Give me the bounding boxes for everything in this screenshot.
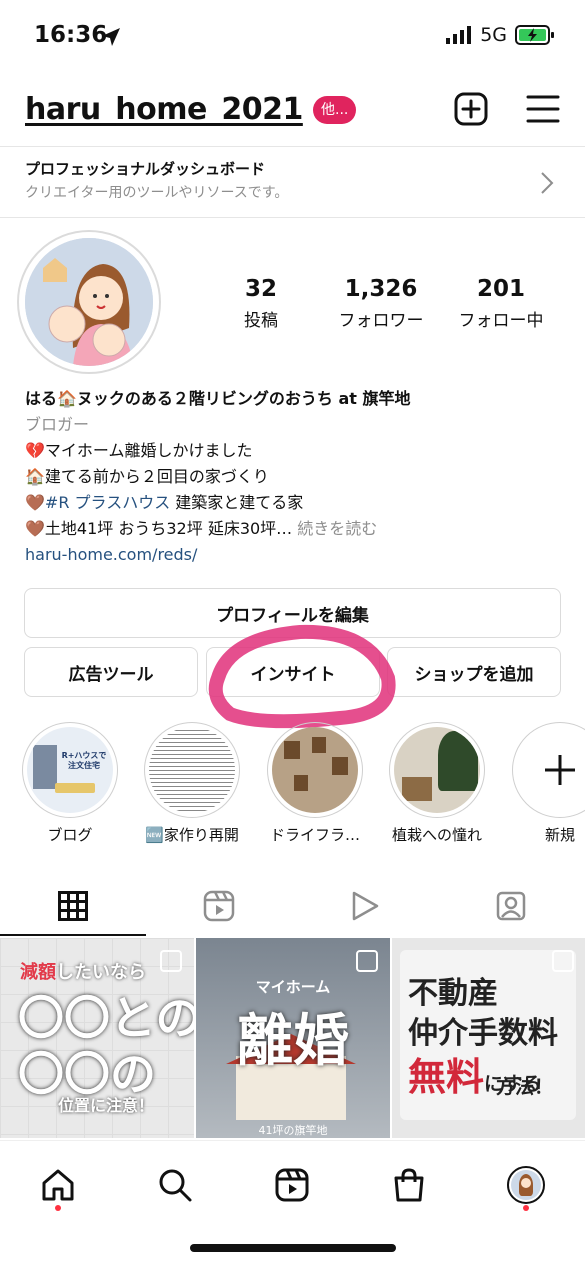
dashboard-subtitle: クリエイター用のツールやリソースです。 <box>25 185 289 201</box>
post-3-text-a: 不動産 <box>408 976 498 1011</box>
highlight-dryflower[interactable]: ドライフラ… <box>267 722 363 845</box>
following-count-label: フォロー中 <box>458 311 544 331</box>
add-shop-button[interactable]: ショップを追加 <box>387 647 561 697</box>
status-time: 16:36 <box>34 22 108 48</box>
following-count[interactable]: 201 フォロー中 <box>431 276 571 331</box>
username-switcher[interactable]: haru_home_2021 <box>25 92 303 127</box>
chevron-right-icon <box>541 172 554 194</box>
reels-icon <box>203 890 235 922</box>
highlight-new-label: 新規 <box>544 826 575 844</box>
battery-charging-icon <box>515 25 554 45</box>
highlight-blog[interactable]: R+ハウスで注文住宅 ブログ <box>22 722 118 845</box>
signal-icon <box>446 26 472 44</box>
profile-tabs <box>0 876 585 936</box>
posts-count[interactable]: 32 投稿 <box>191 276 331 331</box>
network-label: 5G <box>480 24 507 46</box>
highlight-restart-label: 🆕家作り再開 <box>145 826 239 844</box>
professional-dashboard-row[interactable]: プロフェッショナルダッシュボード クリエイター用のツールやリソースです。 <box>0 146 585 218</box>
highlight-dryflower-label: ドライフラ… <box>269 826 360 844</box>
select-checkbox[interactable] <box>552 950 574 972</box>
bio-line-4: 🤎土地41坪 おうち32坪 延床30坪… 続きを読む <box>25 516 565 542</box>
account-notification-badge[interactable]: 他... <box>313 96 357 124</box>
bio-line-3-text: 建築家と建てる家 <box>170 493 304 512</box>
nav-search[interactable] <box>145 1157 205 1213</box>
bio-line-2: 🏠建てる前から２回目の家づくり <box>25 467 269 486</box>
tagged-person-icon <box>496 891 526 921</box>
highlight-blog-label: ブログ <box>47 826 93 844</box>
dashboard-title: プロフェッショナルダッシュボード <box>25 160 266 178</box>
post-2-text-a: マイホーム <box>255 978 331 996</box>
bio-line-1: 💔マイホーム離婚しかけました <box>25 441 253 460</box>
select-checkbox[interactable] <box>160 950 182 972</box>
profile-screen: 16:36 5G haru_home_2021 他... プロフェッショナルダッ… <box>0 0 585 1266</box>
followers-count-label: フォロワー <box>338 311 424 331</box>
tab-reels[interactable] <box>146 876 292 936</box>
nav-reels[interactable] <box>262 1157 322 1213</box>
highlight-blog-cover-text: R+ハウスで注文住宅 <box>61 751 107 770</box>
status-right: 5G <box>446 24 555 46</box>
post-tile-2[interactable]: マイホーム 離婚 41坪の旗竿地 <box>196 938 390 1138</box>
create-plus-icon[interactable] <box>454 92 488 126</box>
profile-header: haru_home_2021 他... <box>0 84 585 136</box>
see-more-link[interactable]: 続きを読む <box>297 519 377 538</box>
home-indicator <box>190 1244 396 1252</box>
grid-icon <box>58 891 88 921</box>
location-arrow-icon <box>102 28 120 46</box>
tab-grid[interactable] <box>0 876 146 936</box>
tab-tagged[interactable] <box>438 876 584 936</box>
post-1-text-b: したいなら <box>56 962 146 983</box>
category-label: ブロガー <box>25 415 90 434</box>
profile-bio: はる🏠ヌックのある２階リビングのおうち at 旗竿地 ブロガー 💔マイホーム離婚… <box>25 386 565 568</box>
post-1-text-a: 減額 <box>20 962 56 983</box>
select-checkbox[interactable] <box>356 950 378 972</box>
hashtag-link[interactable]: #R プラスハウス <box>45 493 170 512</box>
following-count-value: 201 <box>476 276 525 302</box>
posts-count-label: 投稿 <box>244 311 278 331</box>
tab-videos[interactable] <box>292 876 438 936</box>
profile-avatar[interactable] <box>17 230 161 374</box>
highlight-blog-cover: R+ハウスで注文住宅 <box>27 727 113 813</box>
avatar-illustration <box>25 238 153 366</box>
bio-line-3: 🤎#R プラスハウス 建築家と建てる家 <box>25 490 565 516</box>
highlight-restart-cover <box>149 727 235 813</box>
shopping-bag-icon <box>394 1168 424 1202</box>
nav-shop[interactable] <box>379 1157 439 1213</box>
profile-notification-dot <box>523 1205 529 1211</box>
post-2-text-b: 離婚 <box>237 1009 349 1074</box>
home-icon <box>42 1169 74 1201</box>
post-tile-1[interactable]: 減額したいなら 〇〇との 〇〇の 位置に注意！ <box>0 938 194 1138</box>
highlight-new[interactable]: 新規 <box>512 722 585 845</box>
post-1-text-e: 位置に注意！ <box>58 1096 155 1115</box>
post-tile-3[interactable]: 不動産 仲介手数料 無料にする 方法！ <box>392 938 585 1138</box>
bio-line-4-text: 🤎土地41坪 おうち32坪 延床30坪… <box>25 519 293 538</box>
highlight-plants-label: 植栽への憧れ <box>391 826 482 844</box>
post-2-text-c: 41坪の旗竿地 <box>258 1124 328 1137</box>
posts-count-value: 32 <box>244 276 277 302</box>
post-3-text-c: 無料 <box>408 1055 485 1099</box>
website-link[interactable]: haru-home.com/reds/ <box>25 542 565 568</box>
plus-icon <box>545 755 575 785</box>
active-tab-indicator <box>0 934 146 936</box>
search-icon <box>159 1169 192 1202</box>
menu-icon[interactable] <box>526 94 560 124</box>
highlight-restart[interactable]: 🆕家作り再開 <box>144 722 240 845</box>
home-notification-dot <box>55 1205 61 1211</box>
ad-tools-button[interactable]: 広告ツール <box>24 647 198 697</box>
bio-line-3-emoji: 🤎 <box>25 493 45 512</box>
followers-count-value: 1,326 <box>344 276 418 302</box>
post-3-text-e: 方法！ <box>496 1076 554 1098</box>
followers-count[interactable]: 1,326 フォロワー <box>311 276 451 331</box>
highlight-dryflower-cover <box>272 727 358 813</box>
highlight-plants[interactable]: 植栽への憧れ <box>389 722 485 845</box>
status-bar: 16:36 5G <box>0 0 585 74</box>
highlight-plants-cover <box>394 727 480 813</box>
reels-icon <box>275 1168 309 1202</box>
display-name: はる🏠ヌックのある２階リビングのおうち at 旗竿地 <box>25 389 411 408</box>
profile-mini-avatar <box>507 1166 545 1204</box>
play-icon <box>352 891 379 921</box>
